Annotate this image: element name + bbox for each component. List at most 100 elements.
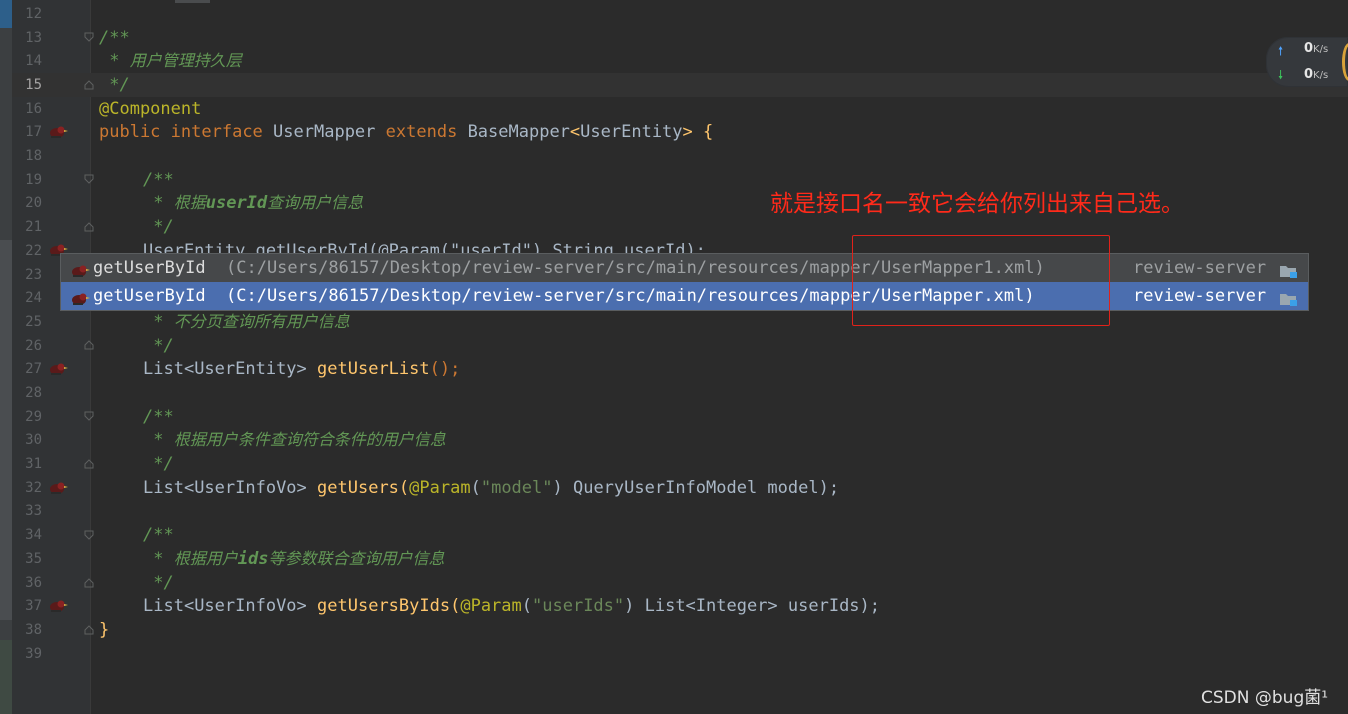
- comment-text: 用户管理持久层: [129, 51, 242, 70]
- comment-text: 根据用户: [173, 549, 238, 568]
- fold-marker-icon[interactable]: [84, 80, 94, 90]
- line-number: 18: [25, 148, 42, 164]
- paren: (: [521, 596, 533, 616]
- annotation: @Param: [409, 478, 471, 498]
- download-arrow-icon: 🠗: [1278, 68, 1284, 82]
- code-line-16[interactable]: @Component: [99, 97, 201, 121]
- annotation-note: 就是接口名一致它会给你列出来自己选。: [770, 191, 1184, 217]
- tab-fragment: [175, 0, 210, 3]
- line-number: 12: [25, 6, 42, 22]
- upload-unit: K/s: [1313, 44, 1329, 55]
- fold-marker-icon[interactable]: [84, 625, 94, 635]
- code-line-26[interactable]: */: [143, 334, 173, 358]
- code-line-20[interactable]: * 根据userId查询用户信息: [143, 191, 363, 215]
- fold-marker-icon[interactable]: [84, 459, 94, 469]
- keyword: public: [99, 122, 161, 142]
- upload-value: 0: [1304, 41, 1314, 56]
- code-line-22[interactable]: UserEntity getUserById(@Param("userId") …: [143, 239, 706, 253]
- comment-star: *: [99, 51, 130, 71]
- upload-speed: 0K/s: [1304, 41, 1328, 56]
- params-rest: ) List<Integer> userIds);: [624, 596, 881, 616]
- code-line-31[interactable]: */: [143, 452, 173, 476]
- line-number: 31: [25, 456, 42, 472]
- line-number: 32: [25, 480, 42, 496]
- code-line-14[interactable]: * 用户管理持久层: [99, 49, 242, 73]
- fold-marker-icon[interactable]: [84, 32, 94, 42]
- type-name: BaseMapper: [467, 122, 570, 142]
- code-line-15[interactable]: */: [99, 73, 129, 97]
- fold-marker-icon[interactable]: [84, 578, 94, 588]
- line-number: 14: [25, 53, 42, 69]
- type-param: <UserInfoVo>: [183, 596, 307, 616]
- comment-star: *: [143, 193, 174, 213]
- popup-item[interactable]: getUserById (C:/Users/86157/Desktop/revi…: [61, 254, 1308, 282]
- code-line-38[interactable]: }: [99, 618, 109, 642]
- line-number: 27: [25, 361, 42, 377]
- left-tool-strip: [0, 0, 12, 714]
- strip-segment-top: [0, 0, 12, 28]
- params-rest: ) QueryUserInfoModel model);: [552, 478, 840, 498]
- mybatis-bird-icon[interactable]: [47, 480, 69, 496]
- fold-marker-icon[interactable]: [84, 411, 94, 421]
- line-number: 13: [25, 30, 42, 46]
- fold-marker-icon[interactable]: [84, 340, 94, 350]
- download-speed: 0K/s: [1304, 67, 1328, 82]
- code-line-29[interactable]: /**: [143, 405, 174, 429]
- fold-marker-icon[interactable]: [84, 174, 94, 184]
- fold-marker-icon[interactable]: [84, 530, 94, 540]
- type-name: List: [143, 478, 184, 498]
- brace: > {: [682, 122, 714, 142]
- mybatis-bird-icon: [69, 260, 91, 277]
- mybatis-bird-icon[interactable]: [47, 124, 69, 140]
- line-number: 26: [25, 338, 42, 354]
- line-number: 21: [25, 219, 42, 235]
- code-line-21[interactable]: */: [143, 215, 173, 239]
- line-number: 23: [25, 267, 42, 283]
- comment-text: 根据用户条件查询符合条件的用户信息: [173, 430, 446, 449]
- code-line-35[interactable]: * 根据用户ids等参数联合查询用户信息: [143, 547, 444, 571]
- code-line-13[interactable]: /**: [99, 26, 130, 50]
- mybatis-bird-icon[interactable]: [47, 361, 69, 377]
- mybatis-bird-icon: [69, 288, 91, 305]
- code-line-27[interactable]: List<UserEntity> getUserList();: [143, 357, 460, 381]
- line-number-current: 15: [25, 77, 42, 93]
- comment-text: 等参数联合查询用户信息: [268, 549, 445, 568]
- line-number: 36: [25, 575, 42, 591]
- string-literal: "userIds": [532, 596, 625, 616]
- strip-segment-bottom: [0, 640, 12, 714]
- line-number: 38: [25, 622, 42, 638]
- code-line-34[interactable]: /**: [143, 523, 174, 547]
- keyword: extends: [385, 122, 458, 142]
- mybatis-bird-icon[interactable]: [47, 598, 69, 614]
- code-line-37[interactable]: List<UserInfoVo> getUsersByIds(@Param("u…: [143, 594, 880, 618]
- code-line-30[interactable]: * 根据用户条件查询符合条件的用户信息: [143, 428, 446, 452]
- paren: (: [398, 478, 410, 498]
- comment-star: *: [143, 549, 174, 569]
- comment-star: *: [143, 430, 174, 450]
- comment-bold: userId: [205, 193, 268, 213]
- fold-marker-icon[interactable]: [84, 222, 94, 232]
- type-name: List: [143, 359, 184, 379]
- comment-text: 不分页查询所有用户信息: [173, 312, 350, 331]
- type-param: <UserInfoVo>: [183, 478, 307, 498]
- paren: (: [470, 478, 481, 498]
- code-line-19[interactable]: /**: [143, 168, 174, 192]
- popup-item-selected[interactable]: getUserById (C:/Users/86157/Desktop/revi…: [61, 282, 1308, 310]
- upload-arrow-icon: 🠕: [1278, 44, 1284, 58]
- line-number: 34: [25, 527, 42, 543]
- download-value: 0: [1304, 67, 1314, 82]
- folder-module-icon: [1279, 260, 1299, 278]
- line-number: 17: [25, 124, 42, 140]
- code-line-25[interactable]: * 不分页查询所有用户信息: [143, 310, 350, 334]
- line-number: 22: [25, 243, 42, 259]
- line-number: 39: [25, 646, 42, 662]
- annotation: @Param: [460, 596, 522, 616]
- network-speed-widget[interactable]: 🠕 0K/s 🠗 0K/s: [1266, 37, 1348, 87]
- goto-declaration-popup[interactable]: getUserById (C:/Users/86157/Desktop/revi…: [60, 253, 1309, 311]
- line-number: 16: [25, 101, 42, 117]
- code-line-36[interactable]: */: [143, 571, 173, 595]
- line-number: 33: [25, 503, 42, 519]
- code-line-32[interactable]: List<UserInfoVo> getUsers(@Param("model"…: [143, 476, 839, 500]
- code-line-17[interactable]: public interface UserMapper extends Base…: [99, 120, 713, 144]
- watermark: CSDN @bug菌¹: [1201, 688, 1329, 708]
